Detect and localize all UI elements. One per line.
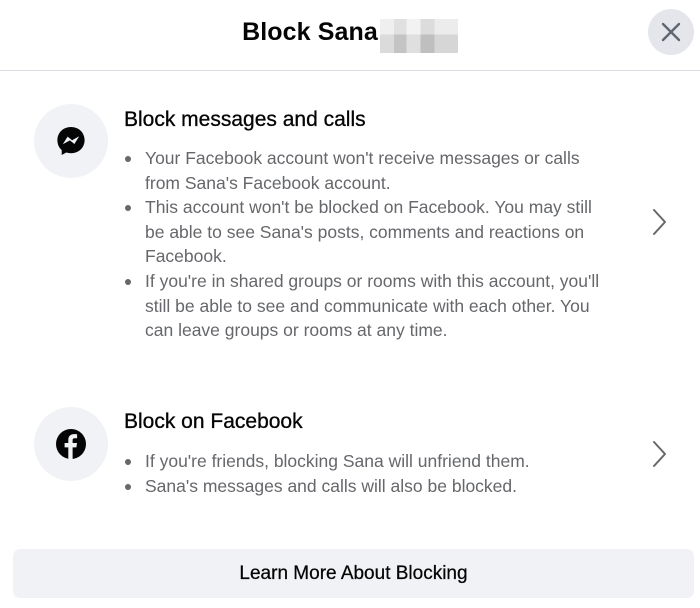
block-messages-bullets: Your Facebook account won't receive mess… (124, 146, 604, 343)
facebook-icon-wrap (34, 407, 108, 481)
block-on-facebook-bullets: If you're friends, blocking Sana will un… (124, 449, 604, 498)
messenger-icon-wrap (34, 104, 108, 178)
redacted-name (379, 19, 458, 53)
dialog-title: Block Sana (242, 18, 378, 46)
dialog-header: Block Sana (0, 0, 700, 71)
block-dialog: Block Sana Block messages and calls Your… (0, 0, 700, 608)
block-messages-heading: Block messages and calls (124, 108, 366, 131)
bullet-item: Sana's messages and calls will also be b… (124, 474, 604, 499)
facebook-icon (56, 429, 86, 459)
chevron-right-icon (653, 441, 666, 467)
title-wrap: Block Sana (0, 14, 700, 53)
learn-more-button[interactable]: Learn More About Blocking (13, 549, 694, 598)
bullet-item: Your Facebook account won't receive mess… (124, 146, 604, 195)
block-on-facebook-option[interactable]: Block on Facebook If you're friends, blo… (0, 393, 700, 513)
close-icon (661, 22, 681, 42)
bullet-item: If you're in shared groups or rooms with… (124, 269, 604, 343)
bullet-item: This account won't be blocked on Faceboo… (124, 195, 604, 269)
block-messages-option[interactable]: Block messages and calls Your Facebook a… (0, 90, 700, 360)
close-button[interactable] (648, 9, 694, 55)
bullet-item: If you're friends, blocking Sana will un… (124, 449, 604, 474)
chevron-right-icon (653, 209, 666, 235)
messenger-icon (57, 127, 85, 155)
block-on-facebook-heading: Block on Facebook (124, 410, 303, 433)
